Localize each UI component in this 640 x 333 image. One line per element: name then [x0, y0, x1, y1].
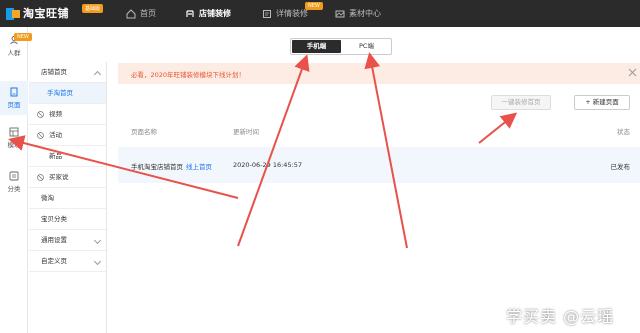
sidebar-item-store-home[interactable]: 店铺首页: [29, 62, 106, 83]
rail-new-badge: NEW: [14, 33, 32, 41]
sidebar-item-label: 宝贝分类: [41, 215, 67, 223]
sidebar-item-new[interactable]: 新品: [29, 146, 106, 167]
sidebar-item-label: 店铺首页: [41, 68, 67, 76]
edition-badge: 基础版: [82, 4, 104, 13]
nav-home[interactable]: 首页: [126, 0, 156, 27]
rail-item-page[interactable]: 页面: [0, 81, 28, 115]
update-time: 2020-06-29 16:45:57: [233, 161, 303, 169]
rail-item-module[interactable]: 模块: [0, 127, 28, 149]
logo-icon: [6, 6, 20, 20]
sidebar-item-label: 买家说: [49, 173, 69, 181]
left-rail: 人群 NEW 页面 模块 分类: [0, 27, 32, 333]
hidden-icon: [37, 132, 44, 139]
table-header: 页面名称 更新时间 状态: [118, 119, 640, 141]
rail-module-label: 模块: [7, 141, 21, 149]
nav-assets-label: 素材中心: [349, 9, 381, 18]
table-row[interactable]: 手机淘宝店铺首页 线上首页 2020-06-29 16:45:57 已发布: [118, 147, 640, 183]
watermark: 学买卖 @云瑶: [506, 307, 615, 326]
sidebar-item-mobile-home[interactable]: 手淘首页: [29, 83, 106, 104]
hidden-icon: [37, 174, 44, 181]
new-badge: NEW: [305, 2, 323, 10]
page-name[interactable]: 手机淘宝店铺首页: [131, 161, 183, 171]
notice-link[interactable]: 必看，2020年旺铺装修模块下线计划！: [131, 69, 245, 79]
chevron-down-icon: [93, 257, 102, 266]
sidebar-item-item-category[interactable]: 宝贝分类: [29, 209, 106, 230]
page-sidebar: 店铺首页 手淘首页 视频 活动 新品 买家说 微淘 宝贝分类 通用设置 自定义页: [29, 62, 107, 333]
store-decor-icon: [186, 9, 194, 17]
toggle-pc[interactable]: PC端: [342, 39, 391, 54]
sidebar-item-buyer-show[interactable]: 买家说: [29, 167, 106, 188]
sidebar-item-video[interactable]: 视频: [29, 104, 106, 125]
sidebar-item-activity[interactable]: 活动: [29, 125, 106, 146]
hidden-icon: [37, 111, 44, 118]
assets-icon: [335, 10, 345, 17]
sidebar-item-label: 微淘: [41, 194, 54, 202]
rail-page-label: 页面: [7, 101, 21, 109]
sidebar-item-general-settings[interactable]: 通用设置: [29, 230, 106, 251]
top-bar: 淘宝旺铺 基础版 首页 店铺装修 详情装修 NEW 素材中心: [0, 0, 640, 27]
module-icon: [9, 127, 19, 137]
sidebar-item-weitao[interactable]: 微淘: [29, 188, 106, 209]
nav-store-decor[interactable]: 店铺装修: [185, 0, 231, 27]
logo[interactable]: 淘宝旺铺: [6, 5, 69, 21]
category-icon: [9, 171, 19, 181]
nav-assets[interactable]: 素材中心: [335, 0, 381, 27]
toggle-mobile[interactable]: 手机端: [292, 40, 341, 53]
online-home-tag[interactable]: 线上首页: [186, 161, 212, 171]
rail-item-category[interactable]: 分类: [0, 171, 28, 193]
sidebar-item-label: 活动: [49, 131, 62, 139]
close-icon[interactable]: [628, 68, 637, 77]
page-status: 已发布: [610, 163, 631, 171]
sidebar-item-label: 视频: [49, 110, 62, 118]
home-icon: [126, 8, 136, 18]
notice-banner: 必看，2020年旺铺装修模块下线计划！: [118, 63, 640, 84]
nav-detail-decor[interactable]: 详情装修: [262, 0, 308, 27]
nav-store-decor-label: 店铺装修: [199, 9, 231, 18]
chevron-up-icon: [93, 70, 102, 79]
one-click-decor-button[interactable]: 一键装修首页: [491, 95, 551, 110]
rail-category-label: 分类: [7, 185, 21, 193]
col-page-name: 页面名称: [131, 128, 157, 136]
device-toggle: 手机端 PC端: [290, 38, 392, 55]
sidebar-item-label: 自定义页: [41, 257, 67, 265]
logo-text: 淘宝旺铺: [23, 7, 69, 20]
detail-decor-icon: [263, 9, 271, 18]
rail-people-label: 人群: [7, 49, 21, 57]
sidebar-item-label: 新品: [49, 152, 62, 160]
sidebar-item-label: 手淘首页: [47, 89, 73, 97]
page-icon: [10, 87, 18, 97]
col-status: 状态: [617, 128, 630, 136]
nav-home-label: 首页: [140, 9, 156, 18]
new-page-button[interactable]: + 新建页面: [574, 95, 630, 110]
chevron-down-icon: [93, 236, 102, 245]
sidebar-item-custom-page[interactable]: 自定义页: [29, 251, 106, 272]
sidebar-item-label: 通用设置: [41, 236, 67, 244]
nav-detail-decor-label: 详情装修: [276, 9, 308, 18]
col-update-time: 更新时间: [233, 128, 259, 136]
